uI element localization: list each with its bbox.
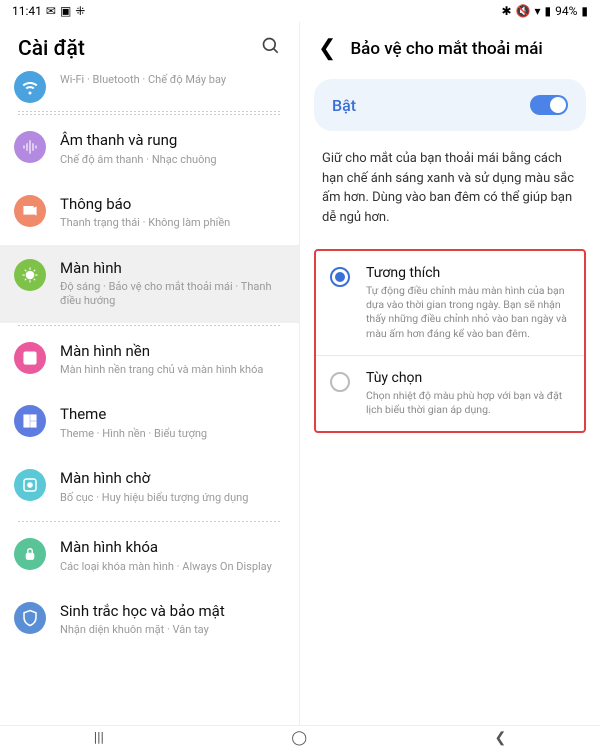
settings-list[interactable]: Cài đặt Wi-Fi · Bluetooth · Chế độ Máy b… xyxy=(0,22,300,726)
item-sub: Chế độ âm thanh · Nhạc chuông xyxy=(60,153,281,167)
toggle-switch[interactable] xyxy=(530,95,568,115)
radio-option[interactable]: Tùy chọn Chọn nhiệt độ màu phù hợp với bạ… xyxy=(316,356,584,431)
divider xyxy=(18,325,281,326)
item-icon xyxy=(14,602,46,634)
radio-option[interactable]: Tương thích Tự động điều chỉnh màu màn hì… xyxy=(316,251,584,356)
item-sub: Nhận diện khuôn mặt · Vân tay xyxy=(60,623,281,637)
item-icon xyxy=(14,131,46,163)
settings-header: Cài đặt xyxy=(0,22,299,71)
mail-icon: ✉ xyxy=(46,4,56,18)
settings-item[interactable]: Màn hìnhĐộ sáng · Bảo vệ cho mắt thoải m… xyxy=(0,245,299,323)
divider xyxy=(18,111,281,112)
back-icon[interactable]: ❮ xyxy=(318,36,336,61)
master-toggle-card[interactable]: Bật xyxy=(314,79,586,131)
item-icon xyxy=(14,469,46,501)
signal-icon: ▮ xyxy=(545,4,552,18)
settings-item[interactable]: Theme Theme · Hình nền · Biểu tượng xyxy=(0,391,299,455)
item-title: Màn hình nền xyxy=(60,342,281,362)
detail-title: Bảo vệ cho mắt thoải mái xyxy=(350,39,582,59)
battery-text: 94% xyxy=(555,4,577,18)
item-title: Sinh trắc học và bảo mật xyxy=(60,602,281,622)
item-title: Màn hình khóa xyxy=(60,538,281,558)
settings-item[interactable]: Màn hình nềnMàn hình nền trang chủ và mà… xyxy=(0,328,299,392)
item-sub: Theme · Hình nền · Biểu tượng xyxy=(60,427,281,441)
toggle-label: Bật xyxy=(332,96,356,115)
settings-item-sub: Wi-Fi · Bluetooth · Chế độ Máy bay xyxy=(60,73,281,87)
nav-back[interactable]: ❮ xyxy=(495,730,507,746)
item-sub: Độ sáng · Bảo vệ cho mắt thoải mái · Tha… xyxy=(60,280,281,309)
grid-icon: ⁜ xyxy=(75,4,85,18)
settings-item[interactable]: Màn hình chờ Bố cục · Huy hiệu biểu tượng… xyxy=(0,455,299,519)
settings-item[interactable]: Thông báoThanh trạng thái · Không làm ph… xyxy=(0,181,299,245)
settings-item[interactable]: Sinh trắc học và bảo mậtNhận diện khuôn … xyxy=(0,588,299,652)
feature-description: Giữ cho mắt của bạn thoải mái bằng cách … xyxy=(300,145,600,243)
item-icon xyxy=(14,538,46,570)
item-title: Thông báo xyxy=(60,195,281,215)
divider xyxy=(18,521,281,522)
search-icon[interactable] xyxy=(261,36,281,61)
radio-sub: Chọn nhiệt độ màu phù hợp với bạn và đặt… xyxy=(366,389,570,417)
nav-bar: ||| ◯ ❮ xyxy=(0,725,600,749)
radio-title: Tùy chọn xyxy=(366,370,570,386)
radio-title: Tương thích xyxy=(366,265,570,281)
settings-item[interactable]: Màn hình khóa Các loại khóa màn hình · Al… xyxy=(0,524,299,588)
nav-recent[interactable]: ||| xyxy=(94,730,104,746)
wifi-icon: ▾ xyxy=(534,4,540,18)
detail-pane: ❮ Bảo vệ cho mắt thoải mái Bật Giữ cho m… xyxy=(300,22,600,726)
item-title: Màn hình chờ xyxy=(60,469,281,489)
item-sub: Thanh trạng thái · Không làm phiền xyxy=(60,216,281,230)
mode-radio-group: Tương thích Tự động điều chỉnh màu màn hì… xyxy=(314,249,586,433)
item-sub: Màn hình nền trang chủ và màn hình khóa xyxy=(60,363,281,377)
image-icon: ▣ xyxy=(60,4,71,18)
nav-home[interactable]: ◯ xyxy=(291,730,307,746)
bluetooth-icon: ✱ xyxy=(501,4,511,18)
battery-icon: ▮ xyxy=(581,4,588,18)
page-title: Cài đặt xyxy=(18,37,261,61)
status-time: 11:41 xyxy=(12,4,42,18)
status-bar: 11:41 ✉ ▣ ⁜ ✱ 🔇 ▾ ▮ 94% ▮ xyxy=(0,0,600,22)
radio-button[interactable] xyxy=(330,372,350,392)
item-icon xyxy=(14,259,46,291)
mute-icon: 🔇 xyxy=(516,4,531,18)
detail-header: ❮ Bảo vệ cho mắt thoải mái xyxy=(300,22,600,71)
item-icon xyxy=(14,405,46,437)
item-title: Âm thanh và rung xyxy=(60,131,281,151)
item-title: Theme xyxy=(60,405,281,425)
item-sub: Các loại khóa màn hình · Always On Displ… xyxy=(60,560,281,574)
item-title: Màn hình xyxy=(60,259,281,279)
radio-sub: Tự động điều chỉnh màu màn hình của bạn … xyxy=(366,284,570,341)
wifi-group-icon xyxy=(14,71,46,103)
divider xyxy=(18,114,281,115)
item-icon xyxy=(14,195,46,227)
settings-item-connections-partial[interactable]: Wi-Fi · Bluetooth · Chế độ Máy bay xyxy=(0,71,299,109)
radio-button[interactable] xyxy=(330,267,350,287)
item-icon xyxy=(14,342,46,374)
settings-item[interactable]: Âm thanh và rung Chế độ âm thanh · Nhạc c… xyxy=(0,117,299,181)
item-sub: Bố cục · Huy hiệu biểu tượng ứng dụng xyxy=(60,491,281,505)
